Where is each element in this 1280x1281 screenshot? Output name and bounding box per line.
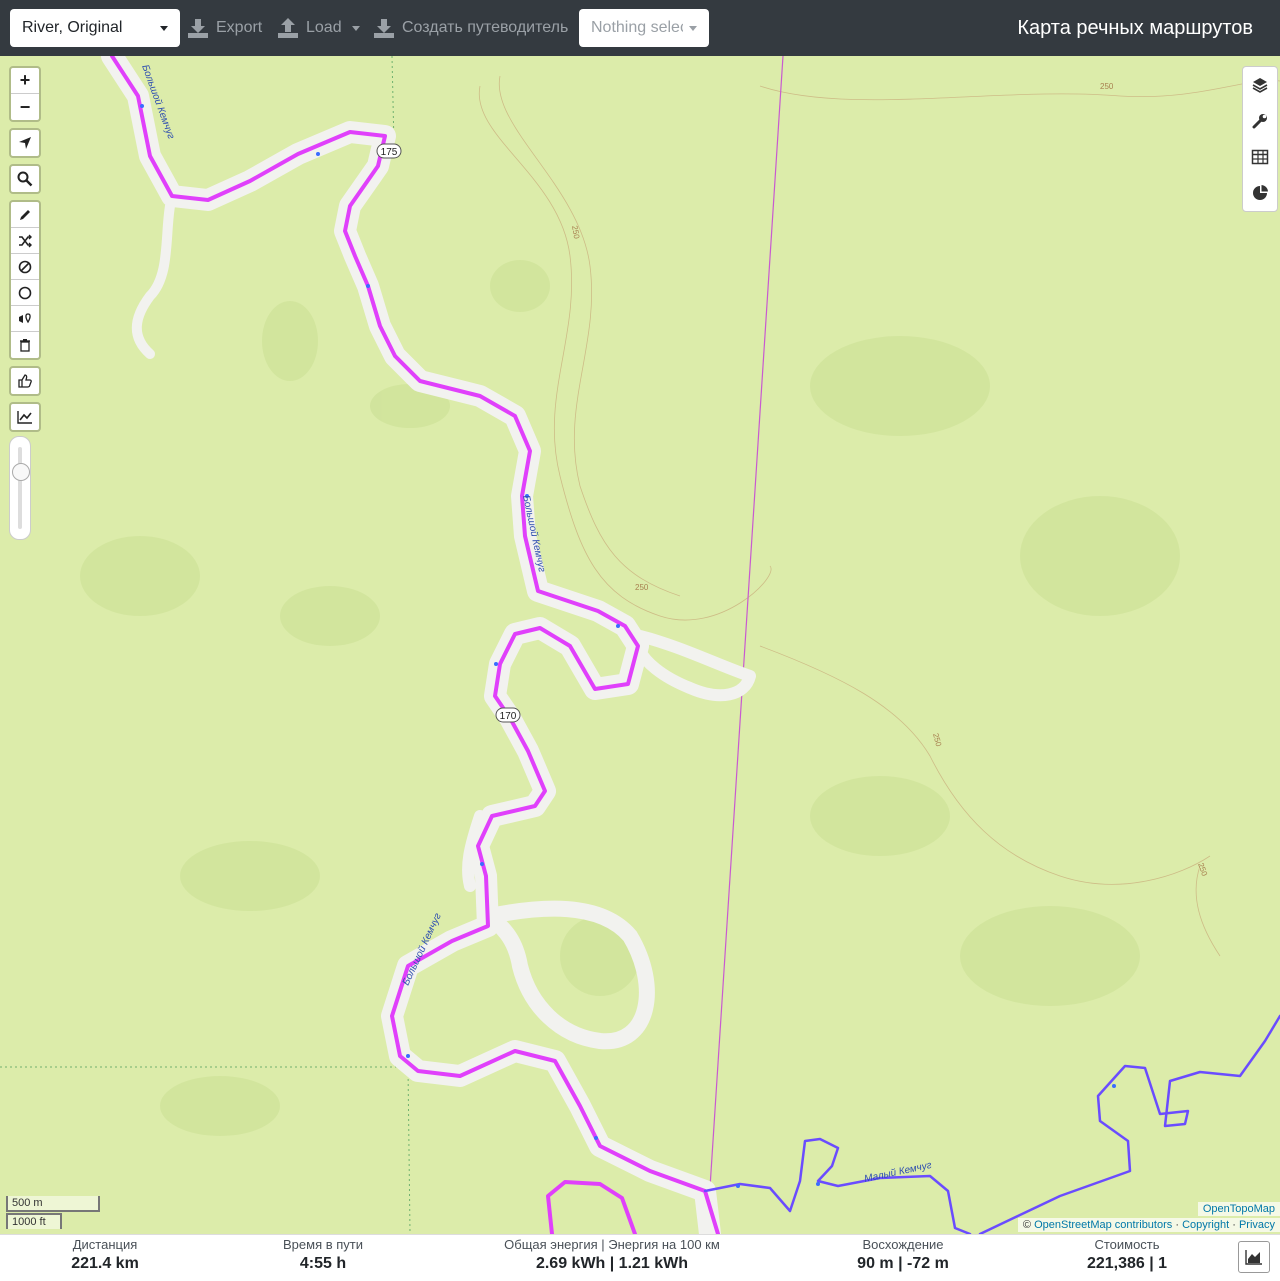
wrench-icon — [1252, 114, 1267, 129]
search-control — [9, 164, 41, 194]
pencil-icon — [20, 209, 30, 220]
copyright-link[interactable]: Copyright — [1182, 1219, 1229, 1231]
feedback-button[interactable] — [11, 368, 39, 394]
thumb-icon — [18, 374, 32, 388]
stat-cost: Стоимость 221,386 | 1 — [1057, 1235, 1197, 1273]
osm-link[interactable]: OpenStreetMap contributors — [1034, 1219, 1172, 1231]
export-button[interactable]: Export — [188, 9, 262, 47]
stat-energy-label: Общая энергия | Энергия на 100 км — [504, 1237, 720, 1252]
selection-value: Nothing selected — [591, 19, 683, 36]
load-button[interactable]: Load — [278, 9, 360, 47]
chevron-down-icon — [689, 26, 697, 31]
load-label: Load — [306, 19, 342, 36]
slider-track — [18, 447, 22, 529]
chevron-down-icon — [160, 26, 168, 31]
route-marker-175[interactable]: 175 — [376, 143, 402, 159]
stat-distance: Дистанция 221.4 km — [40, 1235, 170, 1273]
elevation-control — [9, 402, 41, 432]
table-icon — [1251, 149, 1269, 165]
download-icon — [374, 19, 394, 38]
zoom-in-button[interactable]: + — [11, 68, 39, 94]
map-attribution: © OpenStreetMap contributors · Copyright… — [1017, 1218, 1280, 1232]
contour-label: 250 — [635, 583, 649, 592]
separator: · — [1175, 1219, 1179, 1231]
route-stats-bar: Дистанция 221.4 km Время в пути 4:55 h О… — [0, 1234, 1280, 1281]
stat-time: Время в пути 4:55 h — [253, 1235, 393, 1273]
poi-button[interactable] — [11, 306, 39, 332]
chart-icon — [17, 411, 32, 424]
circle-icon — [18, 286, 32, 299]
create-guide-label: Создать путеводитель — [402, 19, 569, 36]
route-marker-170[interactable]: 170 — [495, 707, 521, 723]
stat-ascent-value: 90 m | -72 m — [857, 1255, 949, 1272]
opacity-slider[interactable] — [9, 436, 31, 540]
copyright-symbol: © — [1022, 1219, 1032, 1231]
poi-icon — [19, 312, 31, 323]
elevation-toggle-button[interactable] — [1238, 1241, 1270, 1273]
profile-select-value: River, Original — [22, 19, 123, 36]
shuffle-button[interactable] — [11, 228, 39, 254]
locate-control — [9, 128, 41, 158]
app-title: Карта речных маршрутов — [1017, 17, 1253, 39]
search-button[interactable] — [11, 166, 39, 192]
route-marker-170-label: 170 — [500, 711, 517, 722]
route-marker-175-label: 175 — [381, 147, 398, 158]
circle-button[interactable] — [11, 280, 39, 306]
create-guide-button[interactable]: Создать путеводитель — [374, 9, 568, 47]
layers-button[interactable] — [1243, 67, 1277, 103]
search-icon — [17, 171, 33, 187]
selection-dropdown[interactable]: Nothing selected — [579, 9, 709, 47]
privacy-link[interactable]: Privacy — [1239, 1219, 1275, 1231]
top-bar: River, Original Export Load Создать путе… — [0, 0, 1280, 56]
stat-ascent: Восхождение 90 m | -72 m — [833, 1235, 973, 1273]
tile-attribution: OpenTopoMap — [1197, 1202, 1280, 1216]
stat-time-value: 4:55 h — [299, 1255, 347, 1272]
area-chart-icon — [1245, 1250, 1262, 1265]
separator: · — [1232, 1219, 1236, 1231]
scale-metric: 500 m — [6, 1196, 100, 1212]
zoom-out-button[interactable]: − — [11, 94, 39, 120]
opentopomap-link[interactable]: OpenTopoMap — [1203, 1203, 1275, 1215]
no-go-area-button[interactable] — [11, 254, 39, 280]
layers-icon — [1252, 78, 1268, 93]
draw-toolbar — [9, 200, 41, 360]
statistics-button[interactable] — [1243, 175, 1277, 211]
zoom-control: + − — [9, 66, 41, 122]
stat-energy-value: 2.69 kWh | 1.21 kWh — [535, 1255, 689, 1272]
map-view[interactable]: 175 170 Большой Кемчуг Большой Кемчуг Бо… — [0, 56, 1280, 1234]
stat-distance-value: 221.4 km — [71, 1255, 139, 1272]
stat-cost-value: 221,386 | 1 — [1086, 1255, 1168, 1272]
profile-select[interactable]: River, Original — [10, 9, 180, 47]
delete-button[interactable] — [11, 332, 39, 358]
map-canvas: 175 170 Большой Кемчуг Большой Кемчуг Бо… — [0, 56, 1280, 1234]
stat-cost-label: Стоимость — [1094, 1237, 1160, 1252]
trash-icon — [20, 339, 30, 352]
locate-icon — [19, 137, 31, 149]
table-button[interactable] — [1243, 139, 1277, 175]
stat-energy: Общая энергия | Энергия на 100 км 2.69 k… — [492, 1235, 732, 1273]
locate-button[interactable] — [11, 130, 39, 156]
scale-imperial: 1000 ft — [6, 1213, 62, 1229]
stat-time-label: Время в пути — [283, 1237, 363, 1252]
chevron-down-icon — [351, 25, 360, 31]
elevation-profile-button[interactable] — [11, 404, 39, 430]
contour-label: 250 — [1100, 82, 1114, 91]
settings-button[interactable] — [1243, 103, 1277, 139]
export-label: Export — [216, 19, 263, 36]
pie-chart-icon — [1253, 185, 1268, 200]
upload-icon — [278, 18, 298, 38]
right-toolbar — [1242, 66, 1278, 212]
stat-ascent-label: Восхождение — [862, 1237, 944, 1252]
draw-route-button[interactable] — [11, 202, 39, 228]
stat-distance-label: Дистанция — [72, 1237, 138, 1252]
feedback-control — [9, 366, 41, 396]
shuffle-icon — [19, 234, 32, 247]
slider-thumb[interactable] — [12, 463, 30, 481]
download-icon — [188, 19, 208, 38]
no-entry-icon — [18, 260, 32, 273]
